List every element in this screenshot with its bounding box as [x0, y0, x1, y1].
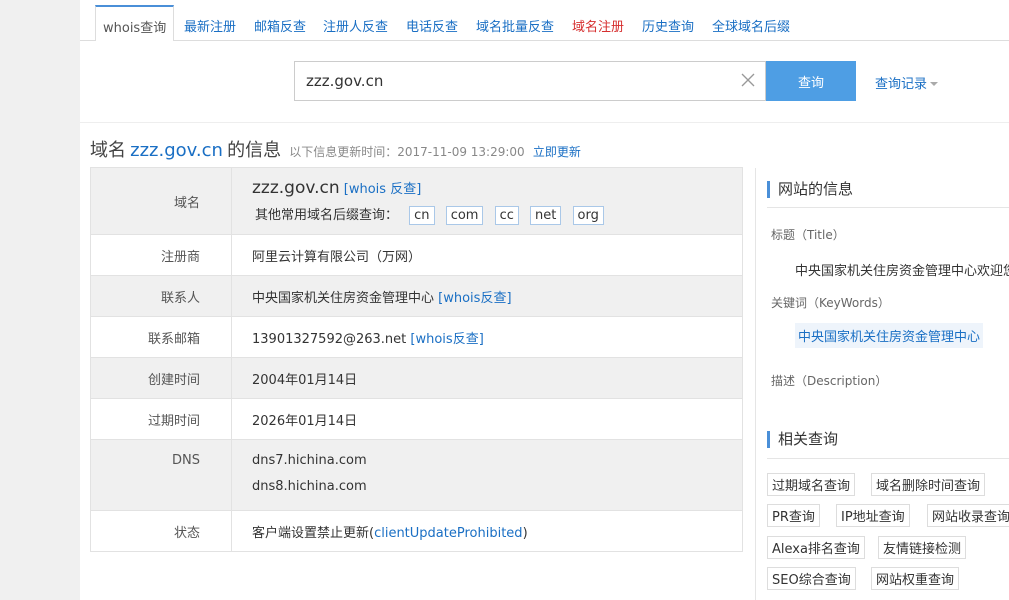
- dns-server-2: dns8.hichina.com: [252, 479, 367, 494]
- domain-whois-reverse-link[interactable]: [whois 反查]: [344, 182, 422, 197]
- status-code-link[interactable]: clientUpdateProhibited: [374, 526, 522, 541]
- divider: [767, 207, 1009, 208]
- value-domain: zzz.gov.cn [whois 反查] 其他常用域名后缀查询： cn com…: [231, 167, 743, 235]
- search-bar: 查询 查询记录: [80, 41, 1009, 123]
- email-value: 13901327592@263.net: [252, 331, 407, 347]
- status-suffix: ): [522, 525, 528, 541]
- row-registrar: 注册商 阿里云计算有限公司（万网）: [90, 234, 743, 276]
- search-input[interactable]: [295, 62, 735, 100]
- status-prefix: 客户端设置禁止更新(: [252, 525, 375, 541]
- tab-latest-registrations[interactable]: 最新注册: [184, 16, 236, 35]
- label-status: 状态: [90, 510, 232, 552]
- whois-info-table: 域名 zzz.gov.cn [whois 反查] 其他常用域名后缀查询： cn …: [90, 167, 743, 552]
- related-site-weight[interactable]: 网站权重查询: [871, 567, 960, 590]
- dns-server-1: dns7.hichina.com: [252, 453, 367, 468]
- label-dns: DNS: [90, 439, 232, 511]
- label-domain: 域名: [90, 167, 232, 235]
- main-content: whois查询 最新注册 邮箱反查 注册人反查 电话反查 域名批量反查 域名注册…: [80, 0, 1009, 600]
- left-gutter: [0, 0, 80, 600]
- related-queries-title: 相关查询: [767, 431, 838, 448]
- related-link-check[interactable]: 友情链接检测: [878, 536, 967, 559]
- domain-value: zzz.gov.cn: [252, 177, 340, 198]
- clear-icon[interactable]: [738, 70, 758, 90]
- site-description-label: 描述（Description）: [771, 374, 888, 388]
- value-contact: 中央国家机关住房资金管理中心 [whois反查]: [231, 275, 743, 317]
- suffix-cn[interactable]: cn: [409, 205, 435, 225]
- suffix-net[interactable]: net: [530, 205, 562, 225]
- related-alexa-rank[interactable]: Alexa排名查询: [767, 536, 865, 559]
- site-title-label: 标题（Title）: [771, 228, 845, 242]
- tab-phone-reverse[interactable]: 电话反查: [406, 16, 458, 35]
- related-expired-domains[interactable]: 过期域名查询: [767, 473, 856, 496]
- suffix-com[interactable]: com: [445, 205, 484, 225]
- title-prefix: 域名: [90, 140, 126, 161]
- search-box: [294, 61, 766, 101]
- query-history-label: 查询记录: [875, 77, 928, 92]
- label-expires: 过期时间: [90, 398, 232, 440]
- value-dns: dns7.hichina.com dns8.hichina.com: [231, 439, 743, 511]
- row-email: 联系邮箱 13901327592@263.net [whois反查]: [90, 316, 743, 358]
- site-title-value: 中央国家机关住房资金管理中心欢迎您: [795, 264, 1009, 279]
- label-created: 创建时间: [90, 357, 232, 399]
- row-status: 状态 客户端设置禁止更新(clientUpdateProhibited): [90, 510, 743, 552]
- contact-whois-reverse-link[interactable]: [whois反查]: [438, 291, 511, 306]
- label-registrar: 注册商: [90, 234, 232, 276]
- email-whois-reverse-link[interactable]: [whois反查]: [410, 332, 483, 347]
- row-contact: 联系人 中央国家机关住房资金管理中心 [whois反查]: [90, 275, 743, 317]
- row-expires: 过期时间 2026年01月14日: [90, 398, 743, 440]
- tab-batch-reverse[interactable]: 域名批量反查: [476, 16, 554, 35]
- value-status: 客户端设置禁止更新(clientUpdateProhibited): [231, 510, 743, 552]
- related-seo-query[interactable]: SEO综合查询: [767, 567, 856, 590]
- value-created: 2004年01月14日: [231, 357, 743, 399]
- page-title: 域名 zzz.gov.cn 的信息 以下信息更新时间：2017-11-09 13…: [90, 136, 581, 162]
- value-expires: 2026年01月14日: [231, 398, 743, 440]
- contact-value: 中央国家机关住房资金管理中心: [252, 290, 435, 306]
- tab-history[interactable]: 历史查询: [642, 16, 694, 35]
- tab-email-reverse[interactable]: 邮箱反查: [254, 16, 306, 35]
- right-panel: 网站的信息 标题（Title） 中央国家机关住房资金管理中心欢迎您 关键词（Ke…: [755, 168, 1009, 600]
- nav-tabs: whois查询 最新注册 邮箱反查 注册人反查 电话反查 域名批量反查 域名注册…: [80, 0, 1009, 42]
- suffix-org[interactable]: org: [572, 205, 604, 225]
- row-created: 创建时间 2004年01月14日: [90, 357, 743, 399]
- site-keywords-value: 中央国家机关住房资金管理中心: [795, 323, 984, 348]
- query-history-dropdown[interactable]: 查询记录: [875, 73, 939, 92]
- suffix-label: 其他常用域名后缀查询：: [255, 207, 399, 223]
- row-domain: 域名 zzz.gov.cn [whois 反查] 其他常用域名后缀查询： cn …: [90, 167, 743, 235]
- caret-down-icon: [930, 82, 939, 86]
- divider: [767, 458, 1009, 459]
- related-domain-deletion-time[interactable]: 域名删除时间查询: [871, 473, 986, 496]
- tab-registrant-reverse[interactable]: 注册人反查: [323, 16, 388, 35]
- site-keywords-label: 关键词（KeyWords）: [771, 296, 890, 310]
- update-now-link[interactable]: 立即更新: [533, 145, 581, 159]
- title-suffix: 的信息: [227, 140, 282, 161]
- value-registrar: 阿里云计算有限公司（万网）: [231, 234, 743, 276]
- related-pr-query[interactable]: PR查询: [767, 504, 820, 527]
- related-index-query[interactable]: 网站收录查询: [927, 504, 1009, 527]
- tab-global-suffixes[interactable]: 全球域名后缀: [712, 16, 790, 35]
- search-button[interactable]: 查询: [766, 61, 856, 101]
- row-dns: DNS dns7.hichina.com dns8.hichina.com: [90, 439, 743, 511]
- label-email: 联系邮箱: [90, 316, 232, 358]
- tab-whois[interactable]: whois查询: [95, 5, 175, 42]
- title-domain[interactable]: zzz.gov.cn: [130, 140, 223, 161]
- tab-domain-register[interactable]: 域名注册: [572, 16, 624, 35]
- label-contact: 联系人: [90, 275, 232, 317]
- suffix-cc[interactable]: cc: [494, 205, 519, 225]
- site-info-title: 网站的信息: [767, 181, 853, 198]
- updated-time: 以下信息更新时间：2017-11-09 13:29:00: [289, 145, 525, 159]
- value-email: 13901327592@263.net [whois反查]: [231, 316, 743, 358]
- related-ip-query[interactable]: IP地址查询: [836, 504, 910, 527]
